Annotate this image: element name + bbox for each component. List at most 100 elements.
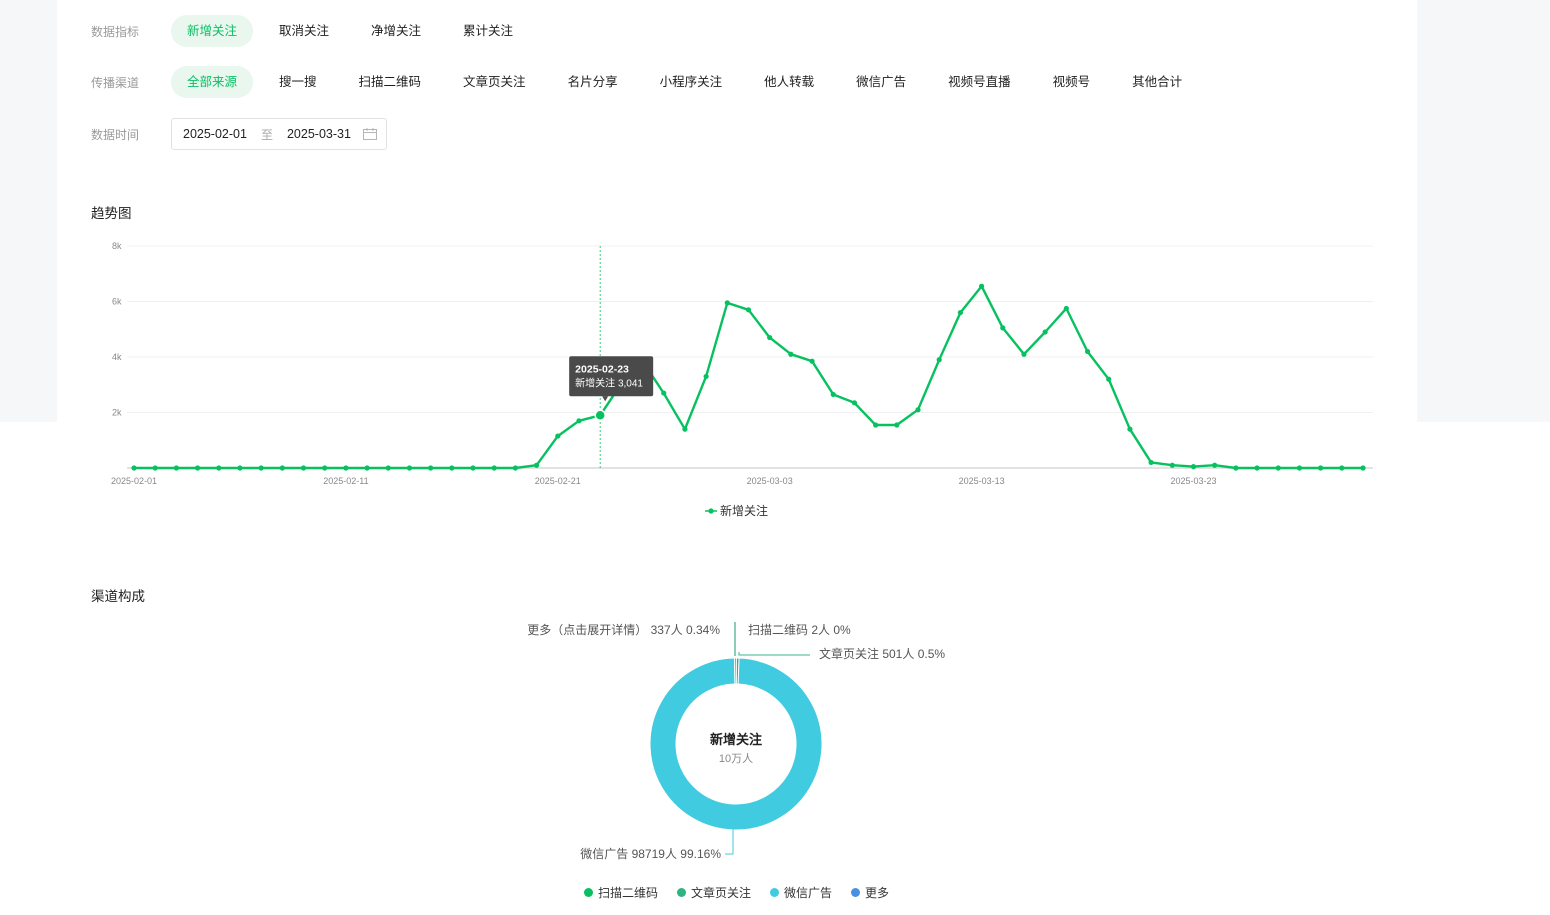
trend-y-tick: 2k	[112, 408, 122, 418]
channel-option-3[interactable]: 文章页关注	[447, 66, 542, 98]
composition-legend-item[interactable]: 微信广告	[770, 884, 832, 901]
trend-point[interactable]	[406, 465, 413, 471]
trend-point[interactable]	[1169, 462, 1175, 468]
composition-legend-label: 扫描二维码	[598, 886, 659, 900]
trend-point[interactable]	[300, 465, 307, 471]
trend-point[interactable]	[576, 418, 582, 424]
trend-point[interactable]	[534, 462, 540, 468]
trend-point[interactable]	[1106, 376, 1112, 382]
trend-point[interactable]	[1296, 465, 1303, 471]
trend-y-axis: 2k 4k 6k 8k	[112, 241, 122, 418]
trend-point[interactable]	[724, 300, 730, 306]
trend-point[interactable]	[216, 465, 222, 471]
trend-point[interactable]	[449, 465, 455, 471]
trend-point[interactable]	[1042, 329, 1048, 335]
pie-center-subtitle: 10万人	[719, 752, 753, 765]
composition-chart[interactable]: 更多（点击展开详情） 337人 0.34% 扫描二维码 2人 0% 文章页关注 …	[57, 610, 1417, 880]
trend-point[interactable]	[767, 334, 773, 341]
trend-point[interactable]	[915, 407, 921, 413]
trend-point[interactable]	[1148, 459, 1154, 466]
trend-point[interactable]	[258, 465, 264, 471]
composition-legend-item[interactable]: 扫描二维码	[584, 884, 658, 901]
metric-option-2[interactable]: 净增关注	[355, 15, 437, 47]
trend-point[interactable]	[385, 465, 391, 471]
trend-legend[interactable]: 新增关注	[705, 502, 768, 519]
trend-point[interactable]	[173, 465, 179, 471]
trend-point[interactable]	[1000, 325, 1006, 331]
trend-x-tick: 2025-03-13	[959, 476, 1005, 486]
trend-point[interactable]	[830, 391, 836, 398]
trend-x-tick: 2025-02-01	[111, 476, 157, 486]
date-range-picker[interactable]: 2025-02-01 至 2025-03-31	[171, 118, 387, 150]
channel-option-7[interactable]: 微信广告	[840, 66, 922, 98]
trend-x-tick: 2025-03-03	[747, 476, 793, 486]
trend-point[interactable]	[1127, 426, 1133, 432]
legend-dot-icon	[770, 888, 780, 897]
calendar-icon[interactable]	[362, 128, 377, 140]
trend-point[interactable]	[491, 465, 497, 471]
trend-point[interactable]	[1021, 351, 1027, 357]
trend-point[interactable]	[809, 358, 815, 364]
channel-option-4[interactable]: 名片分享	[552, 66, 634, 98]
legend-dot-icon	[584, 888, 593, 897]
channel-option-2[interactable]: 扫描二维码	[343, 66, 438, 98]
channel-option-0[interactable]: 全部来源	[171, 66, 254, 98]
channel-option-9[interactable]: 视频号	[1037, 66, 1107, 98]
pie-label-more[interactable]: 更多（点击展开详情） 337人 0.34%	[527, 622, 720, 637]
trend-point[interactable]	[1360, 465, 1366, 471]
trend-point[interactable]	[894, 422, 900, 428]
trend-y-tick: 6k	[112, 297, 122, 307]
trend-point[interactable]	[194, 465, 201, 471]
legend-dot-icon	[677, 888, 687, 897]
date-end[interactable]: 2025-03-31	[287, 127, 351, 141]
channel-option-8[interactable]: 视频号直播	[932, 66, 1027, 98]
composition-legend-label: 微信广告	[784, 886, 833, 900]
trend-point[interactable]	[512, 465, 519, 471]
channel-option-6[interactable]: 他人转载	[748, 66, 830, 98]
metric-option-3[interactable]: 累计关注	[447, 15, 529, 47]
trend-point[interactable]	[873, 422, 879, 428]
trend-point[interactable]	[343, 465, 349, 471]
trend-point[interactable]	[1063, 305, 1069, 312]
trend-point[interactable]	[1212, 462, 1218, 468]
trend-point[interactable]	[1084, 348, 1091, 355]
trend-point[interactable]	[745, 307, 752, 313]
trend-point[interactable]	[1318, 465, 1324, 471]
trend-point[interactable]	[152, 465, 158, 471]
metric-option-0[interactable]: 新增关注	[171, 15, 254, 47]
trend-point[interactable]	[703, 373, 709, 380]
channel-option-5[interactable]: 小程序关注	[644, 66, 739, 98]
trend-point[interactable]	[131, 465, 137, 471]
trend-point[interactable]	[364, 465, 370, 471]
trend-point[interactable]	[555, 433, 561, 439]
trend-point[interactable]	[1233, 465, 1239, 471]
composition-legend-item[interactable]: 文章页关注	[677, 884, 751, 901]
trend-point[interactable]	[682, 426, 688, 432]
trend-point[interactable]	[237, 465, 243, 471]
pie-slice[interactable]	[733, 657, 737, 685]
trend-point[interactable]	[470, 465, 476, 471]
trend-point[interactable]	[594, 409, 606, 422]
trend-point[interactable]	[788, 351, 794, 357]
trend-point[interactable]	[1275, 465, 1281, 471]
trend-point[interactable]	[1254, 465, 1260, 471]
trend-point[interactable]	[1339, 465, 1345, 471]
metric-option-1[interactable]: 取消关注	[263, 15, 345, 47]
trend-point[interactable]	[322, 465, 328, 471]
trend-point[interactable]	[957, 310, 963, 316]
trend-point[interactable]	[1190, 464, 1197, 470]
channel-option-10[interactable]: 其他合计	[1116, 66, 1198, 98]
trend-chart[interactable]: 2k4k6k8k 2025-02-01 2025-02-11 2025-02-21 2…	[57, 228, 1417, 528]
trend-y-tick: 4k	[112, 352, 122, 362]
trend-legend-marker-icon	[705, 507, 717, 514]
trend-point[interactable]	[428, 465, 434, 471]
trend-point[interactable]	[851, 400, 858, 406]
trend-point[interactable]	[661, 390, 667, 396]
trend-point[interactable]	[279, 465, 285, 471]
trend-point[interactable]	[978, 283, 985, 289]
date-start[interactable]: 2025-02-01	[183, 127, 247, 141]
channel-option-1[interactable]: 搜一搜	[263, 66, 333, 98]
composition-legend-item[interactable]: 更多	[851, 884, 889, 901]
trend-point[interactable]	[936, 357, 942, 363]
tooltip-value: 新增关注 3,041	[575, 376, 643, 389]
